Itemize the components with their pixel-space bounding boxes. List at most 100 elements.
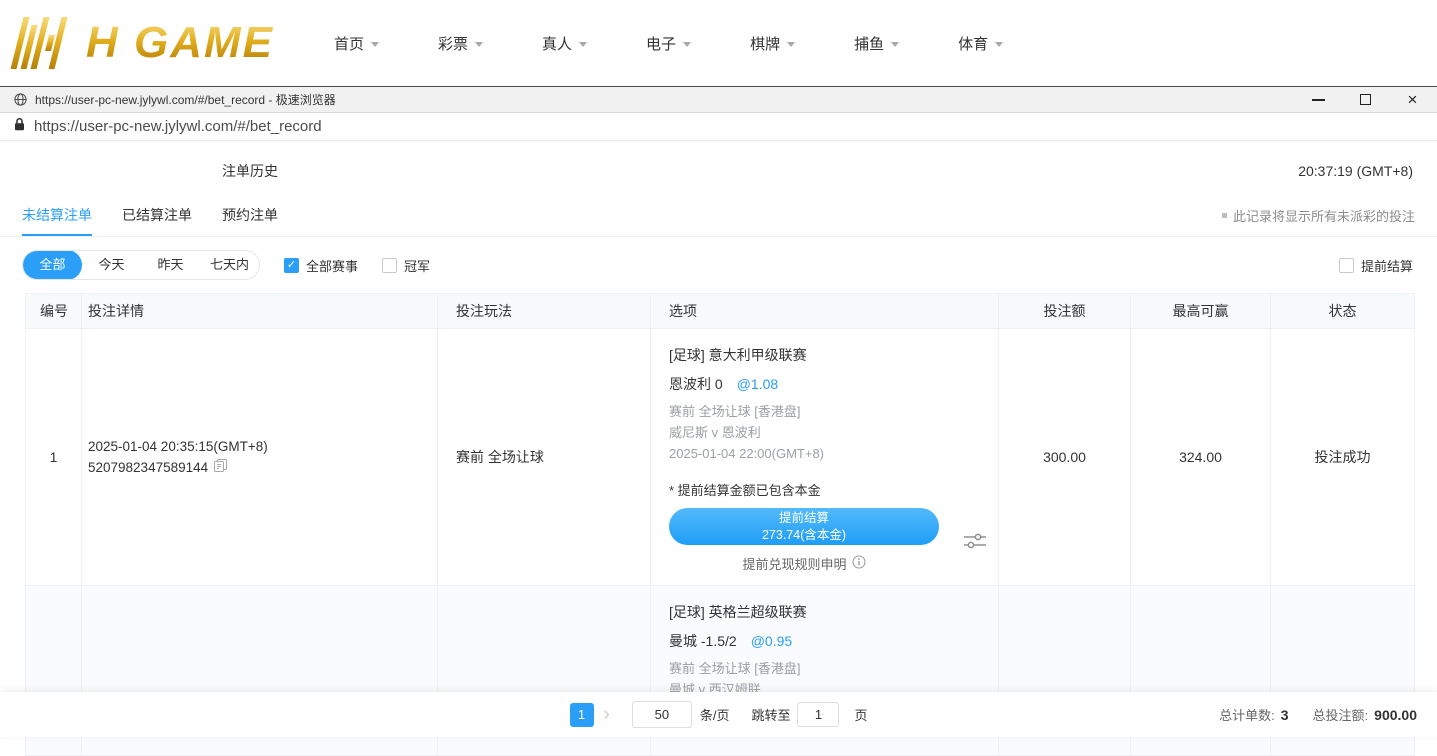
- champion-checkbox[interactable]: 冠军: [382, 256, 430, 275]
- total-amount-label: 总投注额:: [1313, 705, 1369, 724]
- chevron-down-icon: [683, 42, 691, 47]
- page-size-unit: 条/页: [700, 705, 730, 724]
- chevron-down-icon: [891, 42, 899, 47]
- cashout-settings-icon[interactable]: [963, 532, 987, 550]
- footer-bar: 1 › 条/页 跳转至 页 总计单数: 3 总投注额: 900.00: [0, 692, 1437, 737]
- all-events-checkbox[interactable]: ✓ 全部赛事: [284, 256, 358, 275]
- nav-item-live[interactable]: 真人: [542, 33, 587, 54]
- max-win: 324.00: [1131, 329, 1271, 585]
- nav-item-cards[interactable]: 棋牌: [750, 33, 795, 54]
- pick-name: 恩波利 0: [669, 374, 723, 394]
- address-url: https://user-pc-new.jylywl.com/#/bet_rec…: [34, 118, 322, 135]
- table-row: 1 2025-01-04 20:35:15(GMT+8) 52079823475…: [26, 328, 1414, 585]
- bet-option-cell: [足球] 意大利甲级联赛 恩波利 0 @1.08 赛前 全场让球 [香港盘] 威…: [651, 329, 999, 585]
- match-time: 2025-01-04 22:00(GMT+8): [669, 443, 980, 464]
- note-dot-icon: [1222, 213, 1227, 218]
- chevron-down-icon: [995, 42, 1003, 47]
- close-button[interactable]: ×: [1406, 93, 1419, 106]
- table-header-row: 编号 投注详情 投注玩法 选项 投注额 最高可赢 状态: [26, 294, 1414, 328]
- logo-stripes-icon: [10, 15, 80, 71]
- pagination: 1 › 条/页 跳转至 页: [570, 701, 868, 728]
- total-amount: 900.00: [1374, 707, 1417, 723]
- early-settlement-label: 提前结算: [1361, 256, 1413, 275]
- league-name: [足球] 英格兰超级联赛: [669, 602, 980, 622]
- globe-icon: [14, 93, 27, 106]
- record-note: 此记录将显示所有未派彩的投注: [1222, 206, 1415, 236]
- site-logo[interactable]: H GAME: [10, 15, 278, 71]
- checkbox-icon: [382, 258, 397, 273]
- current-time: 20:37:19 (GMT+8): [1298, 163, 1413, 179]
- main-nav: 首页 彩票 真人 电子 棋牌 捕鱼 体育: [334, 33, 1003, 54]
- note-text: 此记录将显示所有未派彩的投注: [1233, 206, 1415, 225]
- bet-amount: 300.00: [999, 329, 1131, 585]
- date-option-today[interactable]: 今天: [82, 250, 141, 280]
- nav-label: 体育: [958, 33, 988, 54]
- nav-item-sports[interactable]: 体育: [958, 33, 1003, 54]
- tab-settled[interactable]: 已结算注单: [122, 205, 192, 236]
- checkbox-icon: [1339, 258, 1354, 273]
- chevron-down-icon: [787, 42, 795, 47]
- nav-label: 电子: [646, 33, 676, 54]
- odds-value: @0.95: [751, 633, 792, 649]
- cashout-button[interactable]: 提前结算 273.74(含本金): [669, 508, 939, 545]
- early-settlement-checkbox[interactable]: 提前结算: [1339, 256, 1413, 275]
- page-title: 注单历史: [222, 161, 278, 181]
- nav-label: 捕鱼: [854, 33, 884, 54]
- date-option-7days[interactable]: 七天内: [200, 250, 259, 280]
- chevron-down-icon: [475, 42, 483, 47]
- bet-time: 2025-01-04 20:35:15(GMT+8): [88, 439, 437, 454]
- col-header-play: 投注玩法: [438, 294, 651, 328]
- total-count-label: 总计单数:: [1219, 705, 1275, 724]
- col-header-detail: 投注详情: [82, 294, 438, 328]
- date-option-all[interactable]: 全部: [23, 250, 82, 280]
- date-option-yesterday[interactable]: 昨天: [141, 250, 200, 280]
- page-1-button[interactable]: 1: [570, 703, 594, 727]
- cashout-rule-link[interactable]: 提前兑现规则申明: [742, 554, 865, 573]
- page-size-input[interactable]: [632, 701, 692, 728]
- tab-unsettled[interactable]: 未结算注单: [22, 205, 92, 236]
- champion-label: 冠军: [404, 256, 430, 275]
- total-count: 3: [1281, 707, 1289, 723]
- copy-icon[interactable]: [214, 459, 227, 475]
- maximize-button[interactable]: [1359, 93, 1372, 106]
- nav-label: 真人: [542, 33, 572, 54]
- rule-text: 提前兑现规则申明: [742, 554, 846, 573]
- bet-record-table: 编号 投注详情 投注玩法 选项 投注额 最高可赢 状态 1 2025-01-04…: [25, 293, 1415, 756]
- col-header-status: 状态: [1271, 294, 1414, 328]
- nav-item-slots[interactable]: 电子: [646, 33, 691, 54]
- address-bar[interactable]: https://user-pc-new.jylywl.com/#/bet_rec…: [0, 113, 1437, 141]
- jump-page-input[interactable]: [797, 702, 839, 727]
- cashout-note: * 提前结算金额已包含本金: [669, 480, 980, 499]
- logo-text: H GAME: [86, 21, 274, 65]
- bet-play: 赛前 全场让球: [438, 329, 651, 585]
- next-page-icon[interactable]: ›: [604, 705, 610, 724]
- checkbox-checked-icon: ✓: [284, 258, 299, 273]
- window-title: https://user-pc-new.jylywl.com/#/bet_rec…: [35, 91, 336, 108]
- record-tabs: 未结算注单 已结算注单 预约注单 此记录将显示所有未派彩的投注: [0, 201, 1437, 237]
- nav-label: 彩票: [438, 33, 468, 54]
- chevron-down-icon: [371, 42, 379, 47]
- market-type: 赛前 全场让球 [香港盘]: [669, 401, 980, 422]
- info-icon: [852, 555, 866, 572]
- pick-name: 曼城 -1.5/2: [669, 631, 737, 651]
- tab-reserved[interactable]: 预约注单: [222, 205, 278, 236]
- date-range-segment: 全部 今天 昨天 七天内: [22, 250, 260, 280]
- nav-item-fishing[interactable]: 捕鱼: [854, 33, 899, 54]
- league-name: [足球] 意大利甲级联赛: [669, 345, 980, 365]
- nav-item-home[interactable]: 首页: [334, 33, 379, 54]
- bet-detail-cell: 2025-01-04 20:35:15(GMT+8) 5207982347589…: [82, 329, 438, 585]
- minimize-button[interactable]: [1312, 93, 1325, 106]
- col-header-option: 选项: [651, 294, 999, 328]
- match-teams: 威尼斯 v 恩波利: [669, 422, 980, 443]
- browser-titlebar: https://user-pc-new.jylywl.com/#/bet_rec…: [0, 86, 1437, 113]
- lock-icon: [14, 117, 25, 136]
- cashout-title: 提前结算: [779, 510, 829, 526]
- nav-item-lottery[interactable]: 彩票: [438, 33, 483, 54]
- col-header-maxwin: 最高可赢: [1131, 294, 1271, 328]
- col-header-id: 编号: [26, 294, 82, 328]
- page-title-row: 注单历史 20:37:19 (GMT+8): [0, 141, 1437, 201]
- bet-id: 1: [26, 329, 82, 585]
- col-header-amount: 投注额: [999, 294, 1131, 328]
- filter-bar: 全部 今天 昨天 七天内 ✓ 全部赛事 冠军 提前结算: [0, 237, 1437, 291]
- all-events-label: 全部赛事: [306, 256, 358, 275]
